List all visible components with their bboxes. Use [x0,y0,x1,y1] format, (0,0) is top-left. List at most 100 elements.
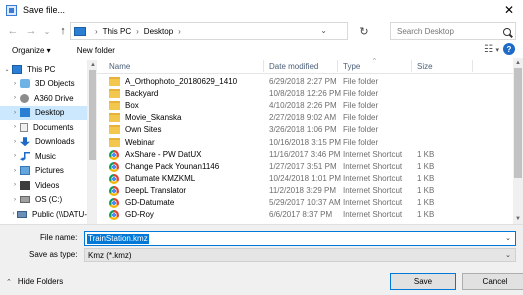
drive-icon [20,196,30,204]
new-folder-button[interactable]: New folder [73,46,119,55]
scroll-up-icon[interactable]: ▲ [513,58,523,68]
file-size: 1 KB [417,210,435,220]
scroll-down-icon[interactable]: ▼ [513,214,523,224]
column-divider[interactable] [472,60,473,72]
sidebar-item[interactable]: › Videos [0,178,87,193]
navigation-bar: ← → ⌄ ↑ › This PC › Desktop › ⌄ ↻ [0,20,523,42]
file-list[interactable]: Name Date modified ^ Type Size A_Orthoph… [97,58,513,224]
file-list-scrollbar[interactable]: ▲ ▼ [513,58,523,224]
view-options-icon[interactable]: ☷ [484,44,493,55]
column-type[interactable]: Type [343,62,360,71]
search-input[interactable] [390,22,516,40]
file-type: Internet Shortcut [343,149,403,159]
desktop-icon [20,108,30,118]
organize-button[interactable]: Organize ▾ [8,46,55,55]
chevron-right-icon[interactable]: › [10,182,20,188]
sidebar-item[interactable]: › Public (\\DATU- [0,207,87,222]
recent-dropdown-icon[interactable]: ⌄ [40,23,54,39]
up-icon[interactable]: ↑ [56,23,70,39]
sidebar-item[interactable]: › 3D Objects [0,77,87,92]
address-dropdown-icon[interactable]: ⌄ [320,26,327,35]
internet-shortcut-icon [109,149,119,160]
app-icon [6,4,17,16]
file-row[interactable]: GD-Datumate 5/29/2017 10:37 AM Internet Sh… [97,197,513,209]
breadcrumb-this-pc[interactable]: This PC [103,27,131,36]
column-divider[interactable] [263,60,264,72]
file-name: Change Pack Younan1146 [125,161,220,171]
view-caret-icon[interactable]: ▾ [495,46,499,54]
chevron-right-icon[interactable]: › [10,211,17,217]
file-name-input[interactable]: TrainStation.kmz ⌄ [84,231,516,246]
file-type: File folder [343,89,379,99]
sidebar-item[interactable]: › Downloads [0,135,87,150]
cancel-button[interactable]: Cancel [462,273,523,290]
sidebar-item[interactable]: › Documents [0,120,87,135]
file-row[interactable]: Own Sites 3/26/2018 1:06 PM File folder [97,124,513,136]
close-icon[interactable]: ✕ [495,0,523,20]
navigation-pane[interactable]: ⌄ This PC › 3D Objects › A360 Drive › Desktop › D… [0,60,88,224]
file-type: Internet Shortcut [343,161,403,171]
file-row[interactable]: AxShare - PW DatUX 11/16/2017 3:46 PM Inte… [97,149,513,161]
file-type: Internet Shortcut [343,173,403,183]
help-icon[interactable]: ? [503,43,515,55]
file-row[interactable]: Box 4/10/2018 2:26 PM File folder [97,100,513,112]
sidebar-scrollbar[interactable]: ▲ [88,60,97,224]
file-name: Movie_Skanska [125,113,182,123]
file-name-dropdown-icon[interactable]: ⌄ [505,234,511,242]
back-icon[interactable]: ← [6,23,20,39]
file-row[interactable]: Movie_Skanska 2/27/2018 9:02 AM File folde… [97,112,513,124]
sidebar-item[interactable]: › Music [0,149,87,164]
file-name: GD-Datumate [125,198,175,207]
sidebar-item-label: Desktop [35,108,65,118]
sidebar-item-label: Videos [35,180,60,190]
address-bar[interactable]: › This PC › Desktop › ⌄ [70,22,348,40]
chevron-right-icon[interactable]: › [10,139,20,145]
sidebar-scroll-thumb[interactable] [89,70,96,160]
column-divider[interactable] [337,60,338,72]
chevron-right-icon[interactable]: › [10,168,20,174]
save-type-select[interactable]: Kmz (*.kmz) ⌄ [84,248,516,262]
sidebar-item[interactable]: › Desktop [0,105,87,120]
save-button[interactable]: Save [390,273,456,290]
column-date-modified[interactable]: Date modified [269,62,318,71]
file-row[interactable]: GD-Roy 6/6/2017 8:37 PM Internet Shortcut 1… [97,209,513,221]
downloads-icon [20,137,30,147]
sidebar-item[interactable]: ⌄ This PC [0,62,87,77]
chevron-down-icon[interactable]: ⌄ [2,66,12,73]
sidebar-item[interactable]: › A360 Drive [0,91,87,106]
hide-folders-button[interactable]: ⌃ Hide Folders [6,277,63,286]
chevron-right-icon[interactable]: › [10,95,20,101]
sidebar-item[interactable]: › OS (C:) [0,193,87,208]
forward-icon[interactable]: → [24,23,38,39]
breadcrumb-desktop[interactable]: Desktop [144,27,173,36]
file-row[interactable]: Change Pack Younan1146 1/27/2017 3:51 PM I… [97,161,513,173]
sidebar-item-label: Documents [33,122,74,132]
file-name-value[interactable]: TrainStation.kmz [87,234,149,244]
chevron-right-icon[interactable]: › [10,81,20,87]
file-name: GD-Roy [125,210,154,220]
save-type-dropdown-icon[interactable]: ⌄ [505,251,511,259]
file-name-label: File name: [40,233,78,242]
column-size[interactable]: Size [417,62,433,71]
chevron-right-icon[interactable]: › [10,124,20,130]
folder-icon [109,89,120,99]
sidebar-item-label: Music [35,151,56,161]
sidebar-item-label: Downloads [35,137,75,147]
file-row[interactable]: A_Orthophoto_20180629_1410 6/29/2018 2:27… [97,76,513,88]
chevron-right-icon[interactable]: › [10,197,20,203]
refresh-icon[interactable]: ↻ [352,23,376,39]
sidebar-item[interactable]: › Pictures [0,164,87,179]
column-divider[interactable] [411,60,412,72]
file-size: 1 KB [417,161,435,171]
column-name[interactable]: Name [109,62,130,71]
chevron-right-icon[interactable]: › [10,110,20,116]
sidebar-item-label: Pictures [35,166,64,176]
file-row[interactable]: Datumate KMZKML 10/24/2018 1:01 PM Interne… [97,173,513,185]
file-list-scroll-thumb[interactable] [514,68,522,178]
file-row[interactable]: Webinar 10/16/2018 3:15 PM File folder [97,137,513,149]
sidebar-item-label: Public (\\DATU- [32,209,87,219]
chevron-right-icon[interactable]: › [10,153,20,159]
search-icon [503,28,511,36]
file-row[interactable]: DeepL Translator 11/2/2018 3:29 PM Interne… [97,185,513,197]
file-row[interactable]: Backyard 10/8/2018 12:26 PM File folder [97,88,513,100]
